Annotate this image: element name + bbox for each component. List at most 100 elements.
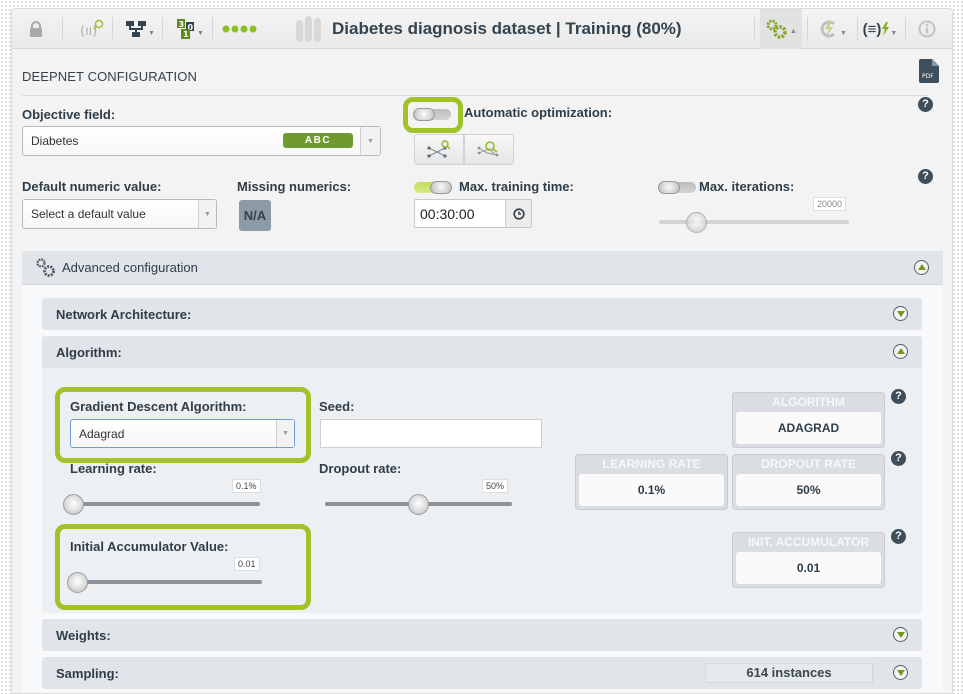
field-type-badge: ABC — [283, 133, 353, 148]
initial-accumulator-slider[interactable] — [70, 580, 262, 584]
toolbar-divider — [162, 17, 163, 41]
summary-init-accumulator: INIT. ACCUMULATOR 0.01 — [732, 532, 885, 588]
weights-section[interactable]: Weights: — [42, 619, 922, 651]
dataset-count-icon[interactable]: 301 ▼ — [170, 9, 210, 49]
summary-init-accumulator-title: INIT. ACCUMULATOR — [747, 535, 870, 549]
max-training-time-toggle[interactable] — [414, 181, 452, 194]
auto-optimization-toggle[interactable] — [413, 108, 451, 121]
max-training-time-input[interactable]: 00:30:00 — [414, 199, 532, 228]
toolbar-divider — [62, 17, 63, 41]
dropout-rate-value: 50% — [482, 479, 509, 493]
sampling-label: Sampling: — [56, 665, 119, 681]
summary-init-accumulator-value: 0.01 — [736, 552, 881, 584]
clock-icon[interactable] — [505, 200, 531, 227]
page-title: Diabetes diagnosis dataset | Training (8… — [332, 19, 682, 38]
objective-field-select[interactable]: Diabetes ABC ▼ — [22, 126, 381, 156]
configure-gears-icon — [766, 19, 787, 39]
help-icon[interactable]: ? — [891, 451, 906, 466]
toolbar-divider — [212, 17, 213, 41]
summary-dropout-title: DROPOUT RATE — [760, 457, 857, 471]
max-iterations-slider-thumb[interactable] — [686, 212, 707, 233]
summary-algorithm-title: ALGORITHM — [772, 395, 845, 409]
network-architecture-section[interactable]: Network Architecture: — [42, 298, 922, 330]
optimize-button[interactable] — [414, 134, 464, 165]
initial-accumulator-value: 0.01 — [234, 557, 260, 571]
summary-dropout-value: 50% — [736, 474, 881, 506]
model-tree-icon[interactable]: ▼ — [120, 9, 160, 49]
info-icon[interactable] — [912, 9, 942, 49]
help-icon[interactable]: ? — [918, 97, 933, 112]
expand-icon[interactable] — [893, 306, 908, 321]
help-icon[interactable]: ? — [891, 529, 906, 544]
advanced-configuration-title: Advanced configuration — [62, 260, 198, 275]
divider — [22, 95, 928, 96]
advanced-configuration-header[interactable]: Advanced configuration — [22, 251, 943, 285]
initial-accumulator-label: Initial Accumulator Value: — [70, 539, 229, 554]
summary-dropout-rate: DROPOUT RATE 50% — [732, 454, 885, 510]
learning-rate-slider-thumb[interactable] — [63, 494, 84, 515]
network-search-icon — [427, 139, 451, 158]
expand-icon[interactable] — [893, 665, 908, 680]
expand-icon[interactable] — [893, 627, 908, 642]
one-click-icon[interactable]: ▼ — [812, 9, 852, 49]
default-numeric-label: Default numeric value: — [22, 179, 162, 194]
algorithm-section[interactable]: Algorithm: — [42, 336, 922, 368]
pdf-icon[interactable]: PDF — [919, 59, 939, 88]
learning-rate-label: Learning rate: — [70, 461, 157, 476]
chevron-down-icon: ▼ — [148, 29, 155, 37]
max-training-time-label: Max. training time: — [459, 179, 574, 194]
formula-icon[interactable]: (≡) ▼ — [860, 9, 900, 49]
toggle-knob — [413, 108, 435, 121]
chevron-up-icon: ▲ — [790, 27, 797, 35]
svg-text:3: 3 — [179, 20, 185, 29]
sample-search-icon[interactable]: (ıı) — [72, 9, 112, 49]
default-numeric-placeholder: Select a default value — [31, 207, 146, 221]
toolbar-divider — [807, 17, 808, 41]
progress-dots-icon — [217, 9, 262, 49]
toolbar-divider — [857, 17, 858, 41]
svg-text:1: 1 — [183, 30, 189, 39]
initial-accumulator-slider-thumb[interactable] — [67, 572, 88, 593]
learning-rate-slider[interactable] — [67, 502, 260, 506]
objective-field-label: Objective field: — [22, 107, 116, 122]
gears-icon — [36, 257, 55, 277]
help-icon[interactable]: ? — [918, 169, 933, 184]
section-heading: DEEPNET CONFIGURATION — [22, 69, 197, 84]
max-iterations-label: Max. iterations: — [699, 179, 795, 194]
dropout-rate-slider-thumb[interactable] — [407, 494, 429, 515]
seed-label: Seed: — [319, 399, 355, 414]
toggle-knob — [430, 181, 452, 194]
network-architecture-label: Network Architecture: — [56, 306, 192, 322]
default-numeric-select[interactable]: Select a default value ▼ — [22, 199, 217, 229]
toolbar-divider — [112, 17, 113, 41]
objective-field-value: Diabetes — [31, 134, 79, 148]
chevron-down-icon: ▼ — [360, 127, 380, 155]
collapse-icon[interactable] — [893, 344, 908, 359]
top-toolbar: (ıı) ▼ 301 ▼ Diabetes diagnosis dataset … — [12, 9, 952, 49]
max-iterations-toggle[interactable] — [658, 181, 696, 194]
missing-numerics-button[interactable]: N/A — [239, 200, 271, 231]
optimize-search-button[interactable] — [464, 134, 514, 165]
chevron-down-icon: ▼ — [276, 420, 294, 447]
toolbar-divider — [754, 17, 755, 41]
summary-learning-rate-value: 0.1% — [579, 474, 724, 506]
help-icon[interactable]: ? — [891, 389, 906, 404]
summary-learning-rate: LEARNING RATE 0.1% — [575, 454, 728, 510]
collapse-icon[interactable] — [914, 260, 929, 275]
chevron-down-icon: ▼ — [890, 29, 898, 37]
configure-button[interactable]: ▲ — [760, 9, 802, 49]
chevron-down-icon: ▼ — [197, 29, 204, 37]
chevron-down-icon: ▼ — [840, 29, 847, 37]
missing-numerics-label: Missing numerics: — [237, 179, 352, 194]
toggle-knob — [658, 181, 680, 194]
gradient-descent-label: Gradient Descent Algorithm: — [70, 399, 247, 414]
seed-input[interactable] — [320, 419, 542, 448]
auto-optimization-label: Automatic optimization: — [464, 105, 613, 120]
sampling-instance-count: 614 instances — [705, 663, 873, 683]
lock-icon[interactable] — [22, 9, 50, 49]
algorithm-label: Algorithm: — [56, 344, 122, 360]
gradient-descent-select[interactable]: Adagrad ▼ — [70, 419, 295, 448]
svg-text:PDF: PDF — [922, 73, 934, 80]
dropout-rate-label: Dropout rate: — [319, 461, 402, 476]
max-iterations-value: 20000 — [813, 197, 847, 211]
